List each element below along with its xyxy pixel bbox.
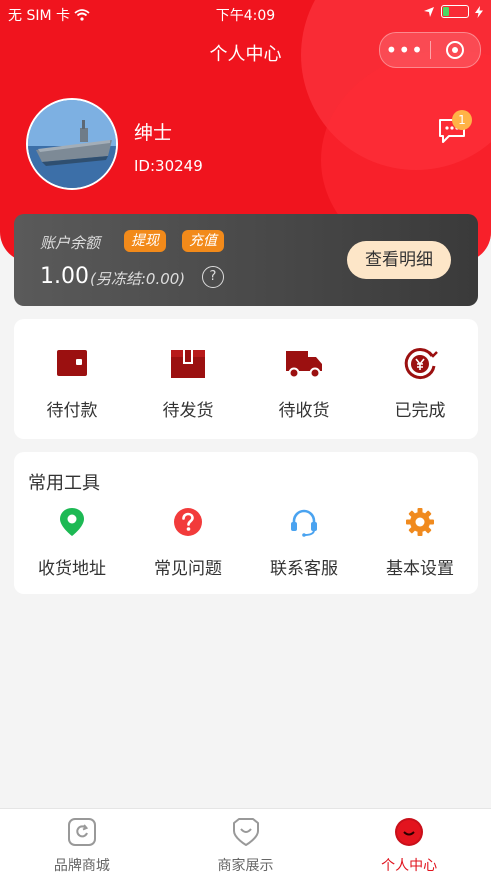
help-icon[interactable]: ? (202, 266, 224, 288)
tool-label: 联系客服 (270, 559, 338, 579)
tab-label: 个人中心 (381, 858, 438, 874)
order-completed[interactable]: 已完成 (362, 319, 478, 439)
orders-card: 待付款 待发货 待收货 已完成 (14, 319, 478, 439)
order-label: 待收货 (278, 401, 330, 421)
wallet-icon (57, 350, 87, 376)
tab-label: 商家展示 (217, 858, 274, 874)
tab-brand-mall[interactable]: 品牌商城 (0, 809, 164, 878)
tool-faq[interactable]: 常见问题 (130, 492, 246, 592)
recharge-button[interactable]: 充值 (182, 230, 224, 252)
tool-label: 收货地址 (38, 559, 106, 579)
navigation-bar: 个人中心 ••• (0, 30, 491, 70)
close-circle-icon (446, 41, 465, 59)
tab-label: 品牌商城 (53, 858, 110, 874)
status-bar: 无 SIM 卡 下午4:09 (0, 0, 491, 26)
question-icon (174, 508, 202, 536)
message-badge: 1 (452, 110, 472, 130)
order-label: 已完成 (394, 401, 446, 421)
tab-personal-center[interactable]: 个人中心 (327, 809, 491, 878)
tool-label: 基本设置 (386, 559, 454, 579)
tool-settings[interactable]: 基本设置 (362, 492, 478, 592)
view-details-button[interactable]: 查看明细 (347, 241, 451, 279)
miniprogram-capsule: ••• (379, 32, 481, 68)
order-pending-payment[interactable]: 待付款 (14, 319, 130, 439)
bottom-tab-bar: 品牌商城 商家展示 个人中心 (0, 808, 491, 878)
location-arrow-icon (424, 6, 434, 17)
tool-shipping-address[interactable]: 收货地址 (14, 492, 130, 592)
balance-label: 账户余额 (40, 234, 101, 252)
yen-coin-icon (404, 348, 438, 380)
tools-card: 常用工具 收货地址 常见问题 联系客服 基本设置 (14, 452, 478, 594)
charging-icon (475, 5, 483, 18)
order-pending-receipt[interactable]: 待收货 (246, 319, 362, 439)
aircraft-carrier-image (28, 100, 116, 188)
order-label: 待付款 (46, 401, 98, 421)
avatar[interactable] (26, 98, 118, 190)
clock-text: 下午4:09 (215, 8, 276, 24)
order-pending-shipment[interactable]: 待发货 (130, 319, 246, 439)
user-face-icon (395, 818, 424, 846)
user-id: ID:30249 (134, 157, 203, 175)
username: 绅士 (134, 122, 173, 144)
tool-customer-service[interactable]: 联系客服 (246, 492, 362, 592)
tool-label: 常见问题 (154, 559, 222, 579)
more-options-button[interactable]: ••• (380, 38, 430, 62)
frozen-amount: (另冻结:0.00) (90, 270, 186, 288)
tab-merchant-showcase[interactable]: 商家展示 (164, 809, 328, 878)
brand-mall-icon (67, 818, 96, 846)
heart-shield-icon (232, 818, 259, 846)
battery-icon (441, 5, 469, 18)
gear-icon (406, 508, 434, 536)
balance-amount: 1.00 (40, 264, 89, 289)
location-icon (60, 508, 84, 536)
headset-icon (291, 509, 317, 537)
box-icon (171, 350, 205, 378)
balance-card: 账户余额 提现 充值 1.00 (另冻结:0.00) ? 查看明细 (14, 214, 478, 306)
order-label: 待发货 (162, 401, 214, 421)
truck-icon (286, 351, 322, 379)
withdraw-button[interactable]: 提现 (124, 230, 166, 252)
close-miniprogram-button[interactable] (430, 41, 480, 59)
